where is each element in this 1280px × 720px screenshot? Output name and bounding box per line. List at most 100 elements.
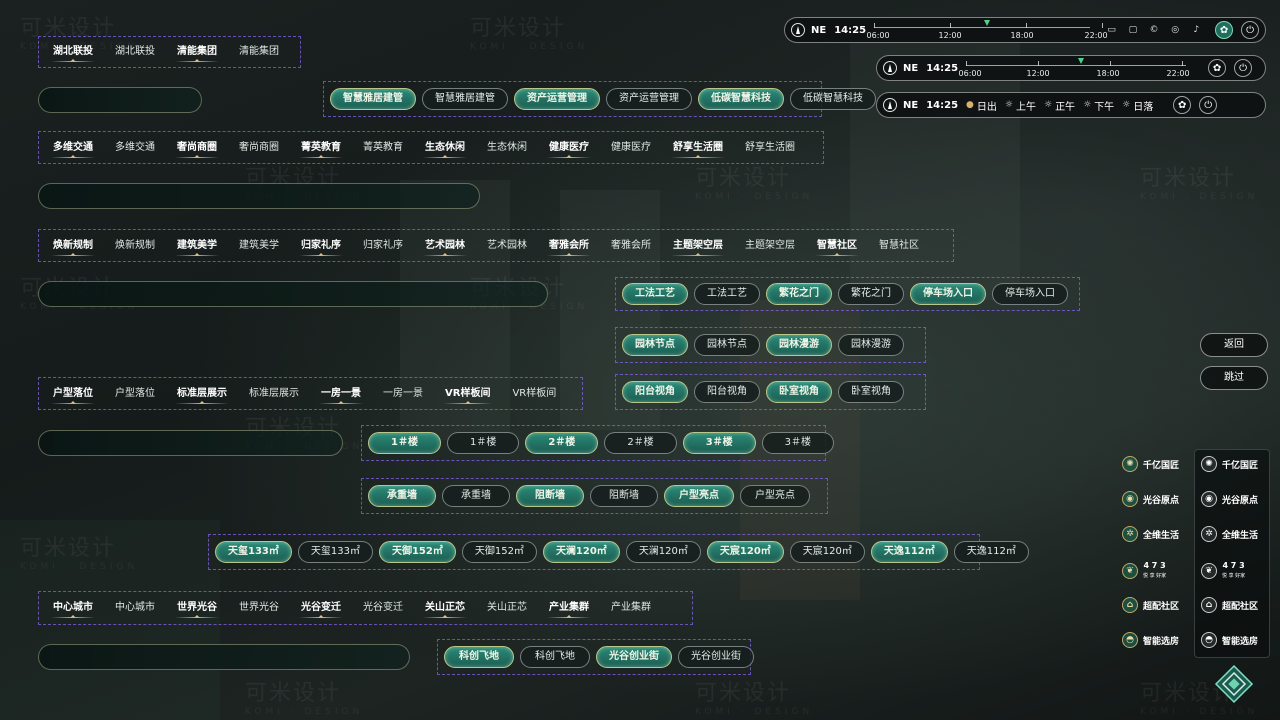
tab-architecture[interactable]: 建筑美学 <box>231 236 287 256</box>
pill-building-1[interactable]: 1＃楼 <box>446 432 520 454</box>
menu-item-life[interactable]: ✲ 全维生活 <box>1122 526 1179 542</box>
tab-world-optics-valley[interactable]: 世界光谷 <box>231 598 287 618</box>
tab-central-city[interactable]: 中心城市 <box>107 598 163 618</box>
pill-parking-entrance[interactable]: 停车场入口 <box>910 283 986 305</box>
tab-unit-position[interactable]: 户型落位 <box>107 384 163 404</box>
tab-qingneng-group[interactable]: 清能集团 <box>231 42 287 62</box>
period-sunset[interactable]: ☼ 日落 <box>1122 98 1153 113</box>
pill-tianxi-133[interactable]: 天玺133㎡ <box>297 541 373 563</box>
tab-planning[interactable]: 焕新规制 <box>107 236 163 256</box>
period-noon[interactable]: ☼ 正午 <box>1044 98 1075 113</box>
period-morning[interactable]: ☼ 上午 <box>1005 98 1036 113</box>
tab-standard-floor[interactable]: 标准层展示 <box>241 384 307 404</box>
settings-icon[interactable]: ✿ <box>1173 96 1192 114</box>
pill-tianyu-152[interactable]: 天御152㎡ <box>461 541 537 563</box>
pill-low-carbon-tech[interactable]: 低碳智慧科技 <box>698 88 784 110</box>
pill-tianchen-120[interactable]: 天宸120㎡ <box>706 541 784 563</box>
pill-smart-living[interactable]: 智慧雅居建管 <box>422 88 508 110</box>
pill-tianyi-112[interactable]: 天逸112㎡ <box>953 541 1029 563</box>
tab-vr-showroom[interactable]: VR样板间 <box>437 384 498 404</box>
tab-industry[interactable]: 产业集群 <box>603 598 659 618</box>
pill-innovation-enclave[interactable]: 科创飞地 <box>444 646 514 668</box>
tab-leisure[interactable]: 生态休闲 <box>417 138 473 158</box>
tab-qingneng-group[interactable]: 清能集团 <box>169 42 225 62</box>
tab-hubei-liantou[interactable]: 湖北联投 <box>107 42 163 62</box>
tab-industry[interactable]: 产业集群 <box>541 598 597 618</box>
menu-item-origin[interactable]: ◉ 光谷原点 <box>1122 491 1179 507</box>
tab-architecture[interactable]: 建筑美学 <box>169 236 225 256</box>
time-slider[interactable]: 06:00 12:00 18:00 22:00 <box>959 57 1190 79</box>
tab-vr-showroom[interactable]: VR样板间 <box>504 384 564 404</box>
pill-balcony-view[interactable]: 阳台视角 <box>694 381 760 403</box>
tab-leisure[interactable]: 生态休闲 <box>479 138 535 158</box>
menu-item-origin[interactable]: ◉ 光谷原点 <box>1201 491 1258 507</box>
tab-smart-community[interactable]: 智慧社区 <box>871 236 927 256</box>
tab-standard-floor[interactable]: 标准层展示 <box>169 384 235 404</box>
sun-marker-icon[interactable] <box>1077 58 1084 64</box>
tab-homecoming[interactable]: 归家礼序 <box>293 236 349 256</box>
pill-flower-gate[interactable]: 繁花之门 <box>766 283 832 305</box>
pill-partition-wall[interactable]: 阻断墙 <box>516 485 584 507</box>
brand-logo-icon[interactable] <box>1214 664 1254 704</box>
tab-transport[interactable]: 多维交通 <box>107 138 163 158</box>
tab-clubhouse[interactable]: 奢雅会所 <box>603 236 659 256</box>
tab-valley-change[interactable]: 光谷变迁 <box>355 598 411 618</box>
power-icon[interactable]: ⏻ <box>1199 96 1218 114</box>
pill-load-wall[interactable]: 承重墙 <box>368 485 436 507</box>
pill-bedroom-view[interactable]: 卧室视角 <box>838 381 904 403</box>
tab-life-circle[interactable]: 舒享生活圈 <box>737 138 803 158</box>
menu-item-qianyi[interactable]: ✺ 千亿国匠 <box>1122 456 1179 472</box>
tab-open-floor[interactable]: 主题架空层 <box>665 236 731 256</box>
power-icon[interactable]: ⏻ <box>1241 21 1260 39</box>
pill-unit-highlight[interactable]: 户型亮点 <box>664 485 734 507</box>
tab-garden[interactable]: 艺术园林 <box>479 236 535 256</box>
pill-tianyu-152[interactable]: 天御152㎡ <box>378 541 456 563</box>
period-afternoon[interactable]: ☼ 下午 <box>1083 98 1114 113</box>
settings-icon[interactable]: ✿ <box>1215 21 1234 39</box>
pill-building-1[interactable]: 1＃楼 <box>368 432 441 454</box>
menu-item-qianyi[interactable]: ✺ 千亿国匠 <box>1201 456 1258 472</box>
pill-building-2[interactable]: 2＃楼 <box>604 432 677 454</box>
pill-tianyi-112[interactable]: 天逸112㎡ <box>870 541 948 563</box>
back-button[interactable]: 返回 <box>1200 333 1268 357</box>
tab-central-city[interactable]: 中心城市 <box>45 598 101 618</box>
tab-garden[interactable]: 艺术园林 <box>417 236 473 256</box>
copyright-icon[interactable]: © <box>1148 24 1159 36</box>
pill-parking-entrance[interactable]: 停车场入口 <box>992 283 1068 305</box>
pill-low-carbon-tech[interactable]: 低碳智慧科技 <box>790 88 876 110</box>
tab-valley-change[interactable]: 光谷变迁 <box>293 598 349 618</box>
pill-garden-tour[interactable]: 园林漫游 <box>838 334 904 356</box>
pill-garden-node[interactable]: 园林节点 <box>694 334 760 356</box>
pill-balcony-view[interactable]: 阳台视角 <box>622 381 688 403</box>
pill-garden-node[interactable]: 园林节点 <box>622 334 688 356</box>
pill-smart-living[interactable]: 智慧雅居建管 <box>330 88 416 110</box>
image-icon[interactable]: ▭ <box>1106 24 1117 36</box>
tab-open-floor[interactable]: 主题架空层 <box>737 236 803 256</box>
tab-clubhouse[interactable]: 奢雅会所 <box>541 236 597 256</box>
tab-commerce[interactable]: 奢尚商圈 <box>169 138 225 158</box>
tab-life-circle[interactable]: 舒享生活圈 <box>665 138 731 158</box>
pill-startup-street[interactable]: 光谷创业街 <box>678 646 754 668</box>
pill-building-3[interactable]: 3＃楼 <box>682 432 756 454</box>
pill-building-3[interactable]: 3＃楼 <box>761 432 835 454</box>
pill-tianlan-120[interactable]: 天澜120㎡ <box>542 541 620 563</box>
tab-planning[interactable]: 焕新规制 <box>45 236 101 256</box>
pill-partition-wall[interactable]: 阻断墙 <box>590 485 658 507</box>
tab-smart-community[interactable]: 智慧社区 <box>809 236 865 256</box>
menu-item-community[interactable]: ⌂ 超配社区 <box>1122 597 1179 613</box>
power-icon[interactable]: ⏻ <box>1234 59 1253 77</box>
location-icon[interactable]: ◎ <box>1170 24 1181 36</box>
tab-education[interactable]: 菁英教育 <box>293 138 349 158</box>
pill-tianlan-120[interactable]: 天澜120㎡ <box>625 541 701 563</box>
pill-craft[interactable]: 工法工艺 <box>622 283 688 305</box>
menu-item-select-house[interactable]: ◓ 智能选房 <box>1122 632 1179 648</box>
tab-hubei-liantou[interactable]: 湖北联投 <box>45 42 101 62</box>
pill-bedroom-view[interactable]: 卧室视角 <box>766 381 832 403</box>
menu-item-community[interactable]: ⌂ 超配社区 <box>1201 597 1258 613</box>
menu-item-473[interactable]: ❦ 4 7 3悦 享 好家 <box>1122 561 1166 581</box>
sun-marker-icon[interactable] <box>983 20 990 26</box>
tab-homecoming[interactable]: 归家礼序 <box>355 236 411 256</box>
tab-room-view[interactable]: 一房一景 <box>375 384 431 404</box>
pill-tianxi-133[interactable]: 天玺133㎡ <box>215 541 292 563</box>
menu-item-life[interactable]: ✲ 全维生活 <box>1201 526 1258 542</box>
